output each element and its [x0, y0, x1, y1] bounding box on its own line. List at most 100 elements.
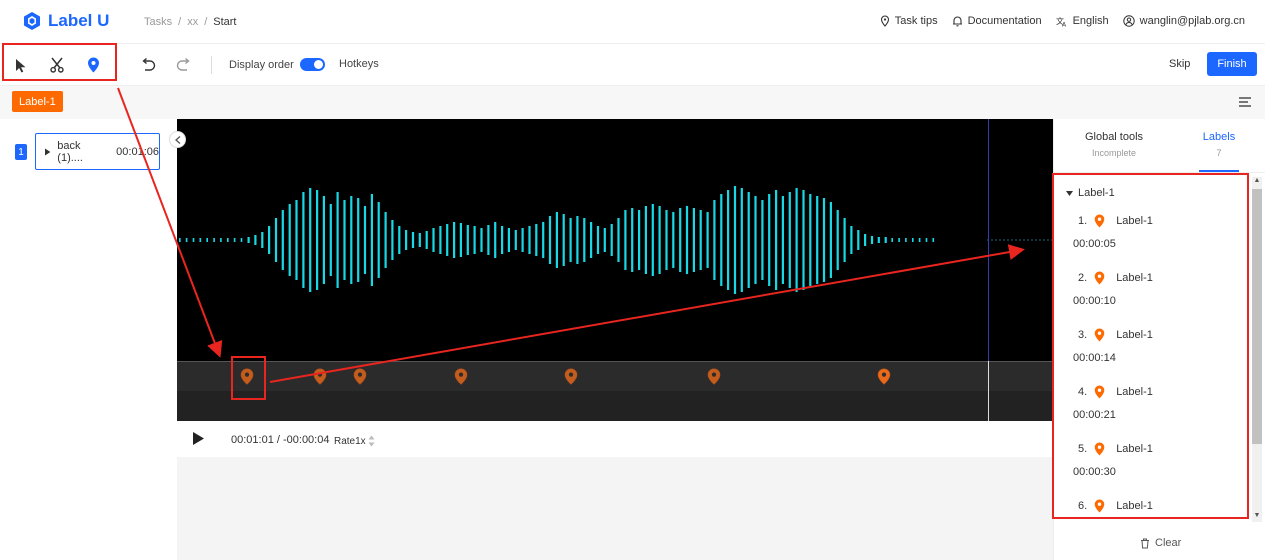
waveform-bar — [822, 198, 826, 282]
point-marker[interactable] — [353, 368, 367, 385]
location-pin-icon — [1094, 442, 1105, 456]
waveform-bar — [322, 196, 325, 284]
rate-label: Rate1x — [334, 435, 366, 447]
waveform-bar — [768, 194, 771, 286]
hotkeys-button[interactable]: Hotkeys — [339, 58, 379, 70]
segment-tool-button[interactable] — [47, 55, 67, 75]
display-order-label: Display order — [229, 58, 294, 71]
audio-waveform — [179, 186, 1053, 294]
play-button[interactable] — [193, 432, 204, 448]
scrollbar-thumb[interactable] — [1252, 189, 1262, 444]
waveform-bar — [925, 238, 928, 242]
waveform-bar — [624, 210, 627, 270]
waveform-bar — [850, 226, 853, 254]
waveform-bar — [905, 238, 907, 242]
waveform-bar — [302, 192, 305, 288]
label-entry[interactable]: 1. Label-1 00:00:05 — [1073, 214, 1238, 250]
location-pin-icon — [1094, 499, 1105, 513]
app-name: Label U — [48, 11, 110, 30]
player-controls: 00:01:01 / -00:00:04 Rate1x — [177, 421, 1053, 457]
label-entry-name: Label-1 — [1116, 329, 1153, 341]
waveform-bar — [473, 226, 476, 254]
label-entry[interactable]: 6.Label-100:00:40 — [1078, 499, 1238, 518]
language-switch[interactable]: 文A English — [1056, 15, 1109, 27]
skip-button[interactable]: Skip — [1169, 58, 1190, 70]
tab-labels[interactable]: Labels 7 — [1194, 131, 1244, 158]
waveform-bar — [720, 194, 723, 286]
task-tips-link[interactable]: Task tips — [880, 15, 938, 27]
waveform-bar — [439, 226, 442, 254]
playback-rate-control[interactable]: Rate1x — [334, 434, 375, 448]
documentation-link[interactable]: Documentation — [952, 15, 1042, 27]
scroll-up-arrow[interactable]: ▲ — [1252, 177, 1262, 184]
location-pin-icon — [353, 368, 367, 385]
clear-button[interactable]: Clear — [1140, 537, 1181, 549]
point-marker[interactable] — [454, 368, 468, 385]
label-entry[interactable]: 4. Label-1 00:00:21 — [1073, 385, 1238, 421]
waveform-bar — [754, 196, 757, 284]
waveform-bar — [274, 218, 278, 262]
location-pin-icon — [707, 368, 721, 385]
waveform-bar — [528, 226, 531, 254]
label-entry-header: 4. Label-1 — [1078, 385, 1238, 399]
user-menu[interactable]: wanglin@pjlab.org.cn — [1122, 15, 1245, 27]
point-marker[interactable] — [313, 368, 327, 385]
point-marker[interactable] — [240, 368, 254, 385]
waveform-bar — [576, 216, 579, 264]
display-order-toggle[interactable] — [299, 58, 325, 71]
logo[interactable]: Label U — [22, 11, 109, 31]
user-email: wanglin@pjlab.org.cn — [1139, 15, 1245, 27]
collapse-sidebar-button[interactable] — [169, 131, 186, 148]
right-panel: Global tools Incomplete Labels 7 Label-1… — [1053, 119, 1265, 560]
redo-icon — [176, 58, 190, 71]
breadcrumb-xx[interactable]: xx — [187, 16, 198, 28]
waveform-bar — [350, 196, 353, 284]
label-chip[interactable]: Label-1 — [12, 91, 63, 112]
waveform-bar — [583, 218, 586, 262]
label-entry-time: 00:00:30 — [1073, 466, 1116, 478]
waveform-bar — [254, 235, 257, 245]
waveform-canvas[interactable] — [177, 119, 1053, 421]
waveform-bar — [706, 212, 709, 268]
stepper-icon — [368, 435, 375, 447]
point-marker[interactable] — [877, 368, 891, 385]
top-nav: Label U Tasks / xx / Start Task tips Doc… — [0, 0, 1265, 44]
waveform-bar — [329, 204, 332, 276]
menu-icon — [1239, 97, 1251, 107]
point-marker[interactable] — [564, 368, 578, 385]
waveform-bar — [220, 238, 222, 242]
waveform-bar — [802, 190, 805, 290]
select-tool-button[interactable] — [11, 55, 31, 75]
waveform-bar — [363, 206, 367, 274]
breadcrumb-tasks[interactable]: Tasks — [144, 16, 172, 28]
label-entry-time: 00:00:14 — [1073, 352, 1116, 364]
waveform-bar — [631, 208, 634, 272]
point-tool-button[interactable] — [83, 55, 103, 75]
waveform-bar — [418, 233, 421, 247]
scroll-down-arrow[interactable]: ▼ — [1252, 512, 1262, 519]
label-entry-time: 00:00:10 — [1073, 295, 1116, 307]
undo-button[interactable] — [138, 55, 158, 75]
breadcrumb-separator: / — [178, 16, 182, 28]
file-item[interactable]: back (1).... 00:01:06 — [35, 133, 160, 170]
redo-button[interactable] — [174, 55, 194, 75]
point-marker[interactable] — [707, 368, 721, 385]
location-pin-icon — [1094, 271, 1105, 285]
scissors-icon — [50, 57, 64, 73]
label-menu-button[interactable] — [1239, 96, 1251, 110]
label-entry[interactable]: 2. Label-1 00:00:10 — [1073, 271, 1238, 307]
label-entry-name: Label-1 — [1116, 386, 1153, 398]
waveform-bar — [727, 190, 730, 290]
location-pin-icon — [564, 368, 578, 385]
waveform-bar — [227, 238, 229, 242]
point-annotation-track[interactable] — [177, 361, 1053, 391]
translate-icon: 文A — [1056, 16, 1067, 27]
undo-icon — [142, 58, 156, 71]
label-group-header[interactable]: Label-1 — [1066, 187, 1115, 199]
tab-global-tools[interactable]: Global tools Incomplete — [1084, 131, 1144, 158]
nav-right: Task tips Documentation 文A English wangl… — [880, 15, 1245, 27]
waveform-bar — [836, 210, 839, 270]
label-entry[interactable]: 5. Label-1 00:00:30 — [1073, 442, 1238, 478]
finish-button[interactable]: Finish — [1207, 52, 1257, 76]
label-entry[interactable]: 3. Label-1 00:00:14 — [1073, 328, 1238, 364]
